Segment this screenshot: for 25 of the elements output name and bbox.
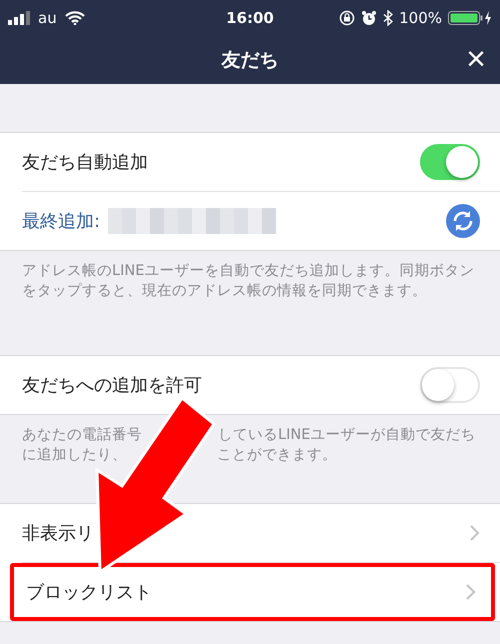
screen-title: 友だち <box>222 48 278 73</box>
wifi-icon <box>64 11 85 25</box>
chevron-icon <box>466 584 476 600</box>
last-added-label: 最終追加: <box>22 210 100 233</box>
list-item[interactable]: ブロックリスト <box>26 580 152 604</box>
footnote-text: アドレス帳のLINEユーザーを自動で友だち追加します。同期ボタンをタップすると、現在のアドレス帳の情報を同期できます。 <box>22 262 476 301</box>
clock: 16:00 <box>226 9 274 27</box>
footnote-text: ことができます。 <box>217 446 337 465</box>
setting-label: 友だち自動追加 <box>22 151 148 174</box>
rotation-lock-icon <box>339 10 356 26</box>
battery-charging-icon <box>448 10 492 26</box>
footnote-text: しているLINEユーザーが自動で友だち <box>218 426 476 445</box>
footnote-text: に追加したり、 <box>22 446 127 465</box>
alarm-icon <box>361 10 378 26</box>
list-item[interactable]: 非表示リ <box>22 521 94 545</box>
footnote-text: あなたの電話番号 <box>22 426 142 445</box>
toggle-switch[interactable] <box>420 144 480 180</box>
setting-label: 友だちへの追加を許可 <box>22 374 202 397</box>
close-button[interactable]: × <box>462 42 490 76</box>
signal-icon <box>8 11 30 25</box>
bluetooth-icon <box>383 10 394 26</box>
sync-icon[interactable] <box>446 204 480 238</box>
chevron-icon <box>470 525 480 541</box>
battery-percent: 100% <box>399 9 442 27</box>
carrier: au <box>38 9 57 27</box>
